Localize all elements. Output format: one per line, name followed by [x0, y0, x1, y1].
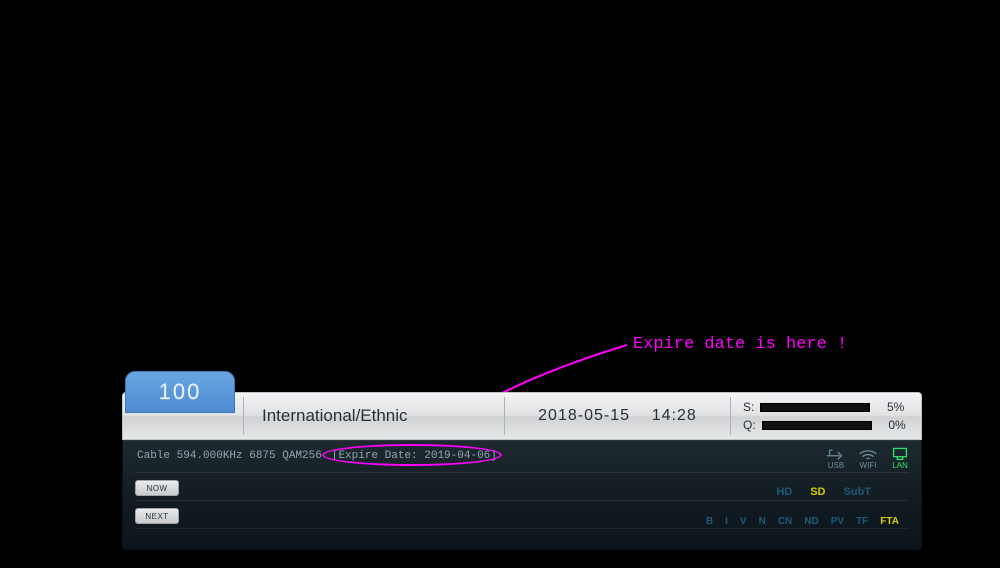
next-button[interactable]: NEXT	[135, 508, 179, 524]
connection-icons: USB WIFI LAN	[825, 446, 911, 470]
format-subt: SubT	[844, 486, 872, 498]
program-name: International/Ethnic	[244, 393, 504, 439]
channel-number-tab[interactable]: 100	[125, 371, 235, 413]
lan-icon: LAN	[889, 446, 911, 470]
wifi-icon: WIFI	[857, 446, 879, 470]
flag-cn: CN	[778, 516, 792, 527]
annotation-text: Expire date is here !	[633, 335, 847, 354]
tuning-info: Cable 594.000KHz 6875 QAM256 [Expire Dat…	[137, 450, 501, 462]
date-time: 2018-05-15 14:28	[505, 393, 730, 439]
flag-fta: FTA	[880, 516, 899, 527]
flag-v: V	[740, 516, 747, 527]
flag-i: I	[725, 516, 728, 527]
format-sd: SD	[810, 486, 825, 498]
flag-n: N	[759, 516, 766, 527]
now-button[interactable]: NOW	[135, 480, 179, 496]
flag-pv: PV	[831, 516, 844, 527]
expire-date-label: [Expire Date: 2019-04-06]	[332, 450, 497, 462]
signal-s-label: S:	[743, 400, 754, 414]
channel-info-bar: 100 International/Ethnic 2018-05-15 14:2…	[122, 392, 922, 550]
signal-q-label: Q:	[743, 418, 756, 432]
signal-q-percent: 0%	[878, 418, 906, 432]
flag-tf: TF	[856, 516, 868, 527]
signal-s-percent: 5%	[876, 400, 904, 414]
signal-quality-meter: S: 5% Q: 0%	[731, 393, 921, 439]
tuning-params: Cable 594.000KHz 6875 QAM256	[137, 450, 322, 462]
info-top-bar: 100 International/Ethnic 2018-05-15 14:2…	[122, 392, 922, 440]
signal-q-bar	[762, 421, 872, 430]
flag-nd: ND	[804, 516, 818, 527]
format-hd: HD	[776, 486, 792, 498]
usb-icon: USB	[825, 446, 847, 470]
flag-b: B	[706, 516, 713, 527]
signal-s-bar	[760, 403, 870, 412]
info-detail-panel: Cable 594.000KHz 6875 QAM256 [Expire Dat…	[122, 440, 922, 550]
property-flag-row: B I V N CN ND PV TF FTA	[706, 516, 899, 527]
video-format-row: HD SD SubT	[776, 486, 871, 498]
